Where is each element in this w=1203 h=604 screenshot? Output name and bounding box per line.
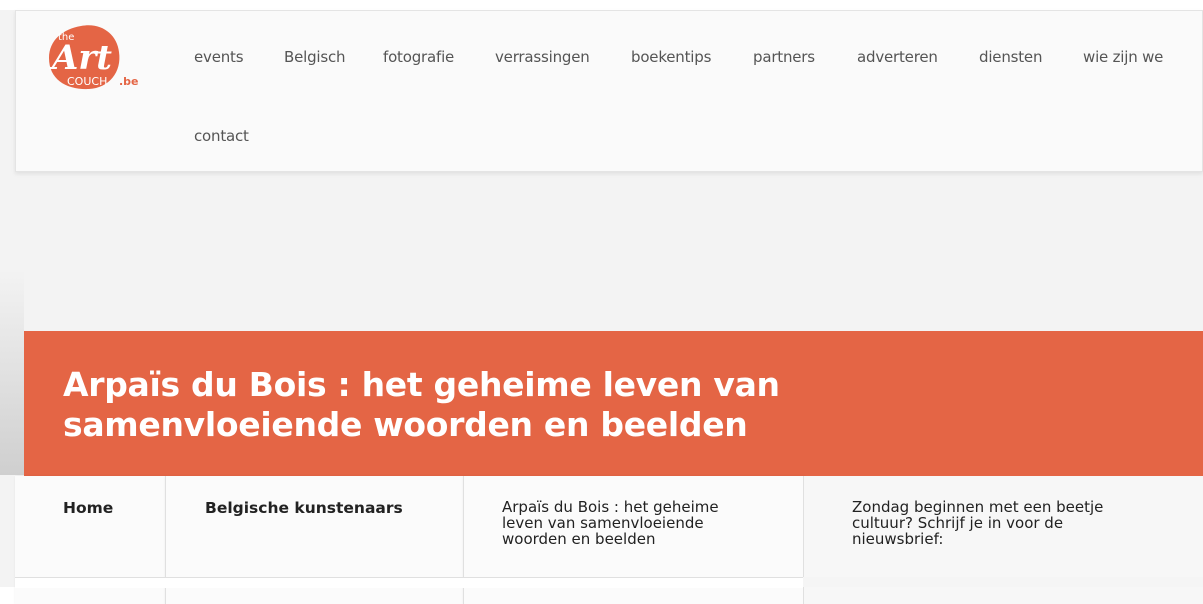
newsletter-text-line-1: Zondag beginnen met een beetje <box>852 498 1104 516</box>
article-content-area <box>15 577 803 588</box>
article-title-line-2: samenvloeiende woorden en beelden <box>63 405 748 444</box>
nav-contact[interactable]: contact <box>194 127 249 145</box>
nav-adverteren[interactable]: adverteren <box>857 48 938 66</box>
nav-fotografie[interactable]: fotografie <box>383 48 454 66</box>
nav-belgisch[interactable]: Belgisch <box>284 48 346 66</box>
top-strip <box>0 0 1203 10</box>
article-title: Arpaïs du Bois : het geheime leven van s… <box>63 365 1163 445</box>
breadcrumb-current-line-2: leven van samenvloeiende <box>502 514 704 532</box>
svg-text:COUCH: COUCH <box>67 75 107 88</box>
nav-verrassingen[interactable]: verrassingen <box>495 48 590 66</box>
breadcrumb-home-label: Home <box>63 499 114 517</box>
newsletter-text-line-2: cultuur? Schrijf je in voor de <box>852 514 1064 532</box>
breadcrumb-current-line-1: Arpaïs du Bois : het geheime <box>502 498 719 516</box>
breadcrumb-current-line-3: woorden en beelden <box>502 530 656 548</box>
article-title-banner: Arpaïs du Bois : het geheime leven van s… <box>24 331 1203 476</box>
site-header: the Art COUCH .be events Belgisch fotogr… <box>15 10 1203 172</box>
newsletter-text-line-3: nieuwsbrief: <box>852 530 944 548</box>
the-art-couch-logo[interactable]: the Art COUCH .be <box>43 22 155 92</box>
sidebar-area <box>803 577 1203 587</box>
nav-wie-zijn-we[interactable]: wie zijn we <box>1083 48 1163 66</box>
breadcrumb-category-label: Belgische kunstenaars <box>205 499 403 517</box>
nav-diensten[interactable]: diensten <box>979 48 1042 66</box>
nav-events[interactable]: events <box>194 48 244 66</box>
svg-text:Art: Art <box>49 38 112 78</box>
nav-partners[interactable]: partners <box>753 48 815 66</box>
breadcrumb: Home Belgische kunstenaars Arpaïs du Boi… <box>15 476 1203 604</box>
article-title-line-1: Arpaïs du Bois : het geheime leven van <box>63 365 780 404</box>
nav-boekentips[interactable]: boekentips <box>631 48 711 66</box>
svg-text:.be: .be <box>119 75 139 88</box>
left-shadow <box>0 270 24 475</box>
